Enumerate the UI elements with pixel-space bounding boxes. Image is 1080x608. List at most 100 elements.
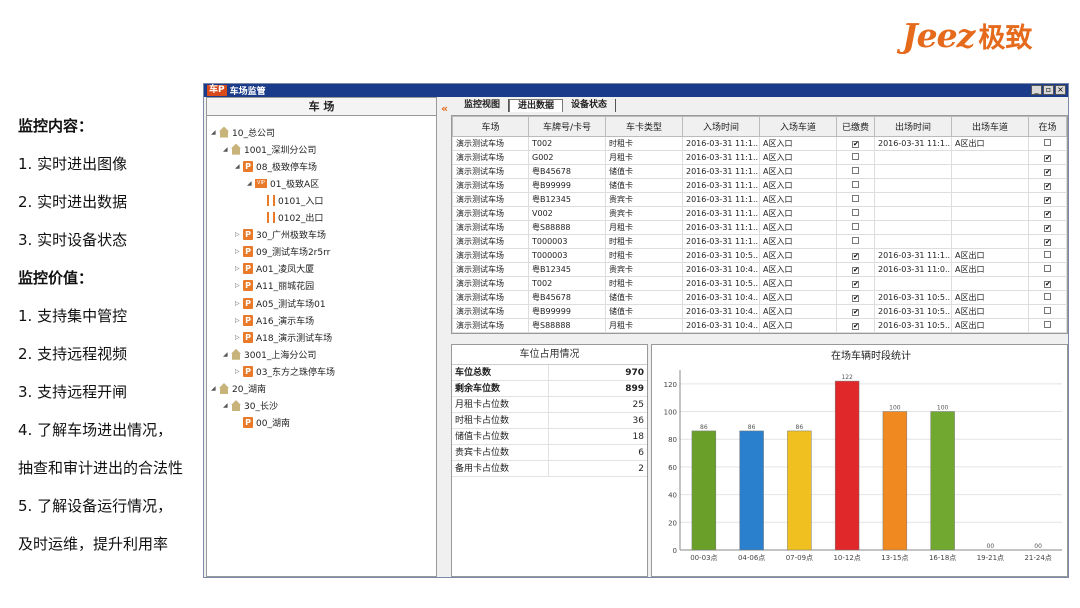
tree-node[interactable]: ▷ P 09_测试车场2r5rr (235, 244, 330, 260)
expand-toggle-icon[interactable]: ▷ (235, 248, 243, 255)
table-row[interactable]: 演示测试车场 T000003 时租卡 2016-03-31 11:1... A区入口 ✔ (452, 234, 1067, 249)
table-cell: A区出口 (951, 248, 1029, 263)
expand-toggle-icon[interactable]: ▷ (235, 265, 243, 272)
tree-node[interactable]: ◢ 30_长沙 (223, 398, 278, 414)
column-header[interactable]: 已缴费 (836, 116, 875, 137)
tree-node[interactable]: 0101_入口 (259, 192, 323, 208)
table-cell (836, 192, 875, 207)
tree-node[interactable]: ◢ P 08_极致停车场 (235, 158, 317, 174)
maximize-button[interactable]: ▫ (1043, 85, 1054, 95)
table-row[interactable]: 演示测试车场 T002 时租卡 2016-03-31 11:1... A区入口 ✔ 2016… (452, 136, 1067, 151)
occupancy-label: 备用卡占位数 (452, 461, 549, 476)
bullet-item: 3. 实时设备状态 (18, 231, 128, 249)
table-row[interactable]: 演示测试车场 粤B45678 储值卡 2016-03-31 10:4... A区入口 ✔ 2… (452, 290, 1067, 305)
tree-node[interactable]: P 00_湖南 (235, 415, 290, 431)
close-button[interactable]: × (1055, 85, 1066, 95)
expand-toggle-icon[interactable]: ▷ (235, 300, 243, 307)
checkbox (852, 195, 859, 202)
table-cell: ✔ (836, 304, 875, 319)
tree-node[interactable]: ▷ P A16_演示车场 (235, 312, 314, 328)
table-cell: 粤B45678 (528, 164, 606, 179)
parking-icon: P (243, 365, 253, 377)
table-cell: A区出口 (951, 290, 1029, 305)
expand-toggle-icon[interactable]: ▷ (235, 317, 243, 324)
parking-tree: 车 场 ◢ 10_总公司 ◢ 1001_深圳分公司 ◢ P 08_极致停车场 ◢ VIP 01_极… (206, 97, 437, 577)
column-header[interactable]: 出场车道 (951, 116, 1029, 137)
expand-toggle-icon[interactable]: ◢ (223, 146, 231, 153)
table-row[interactable]: 演示测试车场 粤B12345 贵宾卡 2016-03-31 11:1... A区入口 ✔ (452, 192, 1067, 207)
expand-toggle-icon[interactable]: ▷ (235, 334, 243, 341)
expand-toggle-icon[interactable]: ◢ (223, 402, 231, 409)
tab-io-data[interactable]: 进出数据 (509, 99, 564, 112)
tree-node[interactable]: ▷ P A05_测试车场01 (235, 295, 326, 311)
table-row[interactable]: 演示测试车场 粤B99999 储值卡 2016-03-31 10:4... A区入口 ✔ 2… (452, 304, 1067, 319)
tree-node[interactable]: ▷ P A11_丽城花园 (235, 278, 314, 294)
tree-node[interactable]: ◢ 1001_深圳分公司 (223, 141, 316, 157)
tree-node[interactable]: ▷ P 03_东方之珠停车场 (235, 363, 335, 379)
table-cell (951, 192, 1029, 207)
table-cell: 2016-03-31 11:1... (874, 248, 952, 263)
column-header[interactable]: 出场时间 (874, 116, 952, 137)
expand-toggle-icon[interactable]: ◢ (223, 351, 231, 358)
parking-icon: P (243, 263, 253, 275)
tab-monitor-view[interactable]: 监控视图 (456, 99, 510, 112)
table-row[interactable]: 演示测试车场 粤S88888 月租卡 2016-03-31 11:1... A区入口 ✔ (452, 220, 1067, 235)
tree-node[interactable]: ▷ P 30_广州极致车场 (235, 227, 326, 243)
x-tick-label: 07-09点 (786, 554, 813, 562)
expand-toggle-icon[interactable]: ▷ (235, 282, 243, 289)
occupancy-row: 车位总数 970 (452, 365, 647, 381)
expand-toggle-icon[interactable]: ▷ (235, 368, 243, 375)
bar (787, 430, 812, 551)
column-header[interactable]: 入场车道 (759, 116, 837, 137)
table-cell: V002 (528, 206, 606, 221)
expand-toggle-icon[interactable]: ▷ (235, 231, 243, 238)
table-cell: A区入口 (759, 290, 837, 305)
column-header[interactable]: 入场时间 (682, 116, 760, 137)
checkbox: ✔ (852, 252, 859, 260)
table-cell: 2016-03-31 11:1... (682, 150, 760, 165)
table-row[interactable]: 演示测试车场 G002 月租卡 2016-03-31 11:1... A区入口 ✔ (452, 150, 1067, 165)
table-cell: A区入口 (759, 276, 837, 291)
table-row[interactable]: 演示测试车场 粤B12345 贵宾卡 2016-03-31 10:4... A区入口 ✔ 2… (452, 262, 1067, 277)
table-cell: 演示测试车场 (452, 304, 529, 319)
collapse-panel-button[interactable]: « (441, 102, 448, 115)
table-row[interactable]: 演示测试车场 V002 贵宾卡 2016-03-31 11:1... A区入口 ✔ (452, 206, 1067, 221)
column-header[interactable]: 车卡类型 (605, 116, 683, 137)
minimize-button[interactable]: _ (1031, 85, 1042, 95)
tree-node-label: 30_广州极致车场 (256, 231, 326, 242)
tab-device-status[interactable]: 设备状态 (563, 99, 617, 112)
table-cell: 演示测试车场 (452, 136, 529, 151)
occupancy-value: 2 (638, 464, 644, 474)
expand-toggle-icon[interactable]: ◢ (235, 163, 243, 170)
table-row[interactable]: 演示测试车场 粤B45678 储值卡 2016-03-31 11:1... A区入口 ✔ (452, 164, 1067, 179)
tree-node[interactable]: ▷ P A01_凌凤大厦 (235, 261, 314, 277)
table-cell (874, 150, 952, 165)
table-cell: ✔ (1028, 276, 1067, 291)
table-cell: 贵宾卡 (605, 206, 683, 221)
building-icon (231, 143, 241, 155)
tree-node[interactable]: ◢ 10_总公司 (211, 124, 275, 140)
table-row[interactable]: 演示测试车场 T000003 时租卡 2016-03-31 10:5... A区入口 ✔ 2… (452, 248, 1067, 263)
column-header[interactable]: 车场 (452, 116, 529, 137)
column-header[interactable]: 在场 (1028, 116, 1067, 137)
bullet-item: 4. 了解车场进出情况， (18, 421, 173, 439)
table-cell: 演示测试车场 (452, 318, 529, 333)
table-row[interactable]: 演示测试车场 T002 时租卡 2016-03-31 10:5... A区入口 ✔ ✔ (452, 276, 1067, 291)
tree-node[interactable]: ◢ 20_湖南 (211, 381, 266, 397)
expand-toggle-icon[interactable]: ◢ (247, 180, 255, 187)
column-header[interactable]: 车牌号/卡号 (528, 116, 606, 137)
table-row[interactable]: 演示测试车场 粤B99999 储值卡 2016-03-31 11:1... A区入口 ✔ (452, 178, 1067, 193)
expand-toggle-icon[interactable]: ◢ (211, 129, 219, 136)
table-cell: ✔ (1028, 192, 1067, 207)
tree-node[interactable]: ▷ P A18_演示测试车场 (235, 329, 332, 345)
expand-toggle-icon[interactable]: ◢ (211, 385, 219, 392)
logo-en: Jeez (902, 16, 975, 55)
tree-node[interactable]: ◢ 3001_上海分公司 (223, 346, 316, 362)
tree-node[interactable]: 0102_出口 (259, 210, 323, 226)
table-cell: 储值卡 (605, 164, 683, 179)
bullet-item: 抽查和审计进出的合法性 (18, 459, 184, 477)
table-row[interactable]: 演示测试车场 粤S88888 月租卡 2016-03-31 10:4... A区入口 ✔ 2… (452, 318, 1067, 333)
tree-node[interactable]: ◢ VIP 01_极致A区 (247, 175, 319, 191)
table-cell (874, 276, 952, 291)
table-cell: 粤B12345 (528, 262, 606, 277)
